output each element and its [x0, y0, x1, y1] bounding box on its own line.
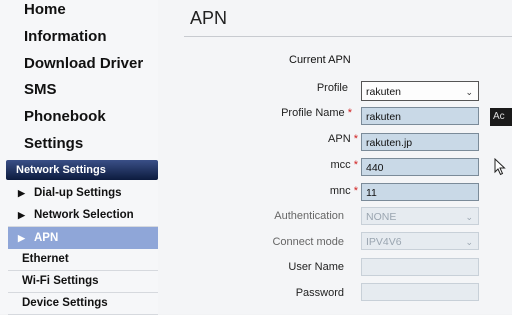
sidebar-item-network-selection[interactable]: ▶ Network Selection	[8, 204, 158, 227]
mnc-value: 11	[366, 187, 377, 199]
mcc-value: 440	[366, 162, 384, 174]
chevron-down-icon: ⌄	[465, 212, 473, 222]
sidebar-item-label: Dial-up Settings	[34, 187, 122, 199]
title-divider	[184, 36, 512, 37]
user-name-field[interactable]	[361, 258, 479, 276]
main-content: APN Current APN Profile rakuten ⌄ Profil…	[158, 0, 512, 314]
menu-home-label: Home	[24, 1, 66, 18]
profile-label-text: Profile	[316, 82, 348, 94]
mnc-label-text: mnc	[329, 185, 351, 197]
current-apn-heading: Current APN	[289, 54, 351, 66]
required-star: *	[353, 133, 358, 145]
page-title: APN	[190, 8, 228, 28]
mnc-label: mnc *	[238, 185, 358, 197]
authentication-value: NONE	[366, 211, 397, 223]
add-button[interactable]: Ac	[490, 108, 512, 126]
menu-sms[interactable]: SMS	[0, 78, 158, 102]
menu-download-driver[interactable]: Download Driver	[0, 52, 158, 76]
required-star: *	[347, 107, 352, 119]
connect-mode-label-text: Connect mode	[272, 236, 344, 248]
menu-home[interactable]: Home	[0, 0, 158, 22]
triangle-right-icon: ▶	[18, 210, 25, 220]
connect-mode-label: Connect mode	[224, 236, 344, 248]
menu-information[interactable]: Information	[0, 25, 158, 49]
menu-phonebook[interactable]: Phonebook	[0, 105, 158, 129]
authentication-select[interactable]: NONE ⌄	[361, 207, 479, 225]
menu-download-driver-label: Download Driver	[24, 55, 144, 72]
menu-ethernet[interactable]: Ethernet	[8, 248, 158, 271]
menu-wifi-settings-label: Wi-Fi Settings	[22, 275, 99, 287]
apn-field[interactable]: rakuten.jp	[361, 133, 479, 151]
menu-wifi-settings[interactable]: Wi-Fi Settings	[8, 270, 158, 293]
apn-label-text: APN	[328, 133, 351, 145]
chevron-down-icon: ⌄	[465, 237, 473, 247]
profile-label: Profile	[228, 82, 348, 94]
required-star: *	[353, 159, 358, 171]
triangle-right-icon: ▶	[18, 188, 25, 198]
sidebar-item-label: APN	[34, 232, 59, 244]
password-field[interactable]	[361, 283, 479, 301]
password-label-text: Password	[295, 287, 344, 299]
menu-device-settings[interactable]: Device Settings	[8, 292, 158, 315]
profile-name-field[interactable]: rakuten	[361, 107, 479, 125]
chevron-down-icon: ⌄	[465, 87, 473, 97]
network-settings-label: Network Settings	[16, 164, 106, 176]
mcc-field[interactable]: 440	[361, 158, 479, 176]
password-label: Password	[224, 287, 344, 299]
triangle-right-icon: ▶	[18, 233, 25, 243]
mcc-label: mcc *	[238, 159, 358, 171]
connect-mode-select[interactable]: IPV4V6 ⌄	[361, 232, 479, 250]
menu-settings-label: Settings	[24, 135, 84, 152]
network-settings-header[interactable]: Network Settings	[6, 160, 158, 180]
connect-mode-value: IPV4V6	[366, 236, 402, 248]
user-name-label: User Name	[224, 261, 344, 273]
menu-device-settings-label: Device Settings	[22, 297, 108, 309]
sidebar-item-apn[interactable]: ▶ APN	[8, 227, 158, 249]
mouse-cursor-icon	[494, 158, 506, 176]
mnc-field[interactable]: 11	[361, 183, 479, 201]
menu-settings[interactable]: Settings	[0, 132, 158, 156]
profile-value: rakuten	[366, 86, 402, 98]
required-star: *	[353, 185, 358, 197]
menu-sms-label: SMS	[24, 81, 57, 98]
profile-name-label-text: Profile Name	[281, 107, 345, 119]
apn-value: rakuten.jp	[366, 137, 413, 149]
authentication-label: Authentication	[224, 210, 344, 222]
apn-label: APN *	[238, 133, 358, 145]
profile-name-label: Profile Name *	[232, 107, 352, 119]
authentication-label-text: Authentication	[274, 210, 344, 222]
profile-name-value: rakuten	[366, 111, 402, 123]
sidebar-item-dialup-settings[interactable]: ▶ Dial-up Settings	[8, 182, 158, 205]
sidebar: Home Information Download Driver SMS Pho…	[0, 0, 158, 315]
sidebar-item-label: Network Selection	[34, 209, 134, 221]
mcc-label-text: mcc	[330, 159, 351, 171]
menu-ethernet-label: Ethernet	[22, 253, 69, 265]
user-name-label-text: User Name	[288, 261, 344, 273]
menu-information-label: Information	[24, 28, 107, 45]
profile-select[interactable]: rakuten ⌄	[361, 81, 479, 101]
menu-phonebook-label: Phonebook	[24, 108, 106, 125]
